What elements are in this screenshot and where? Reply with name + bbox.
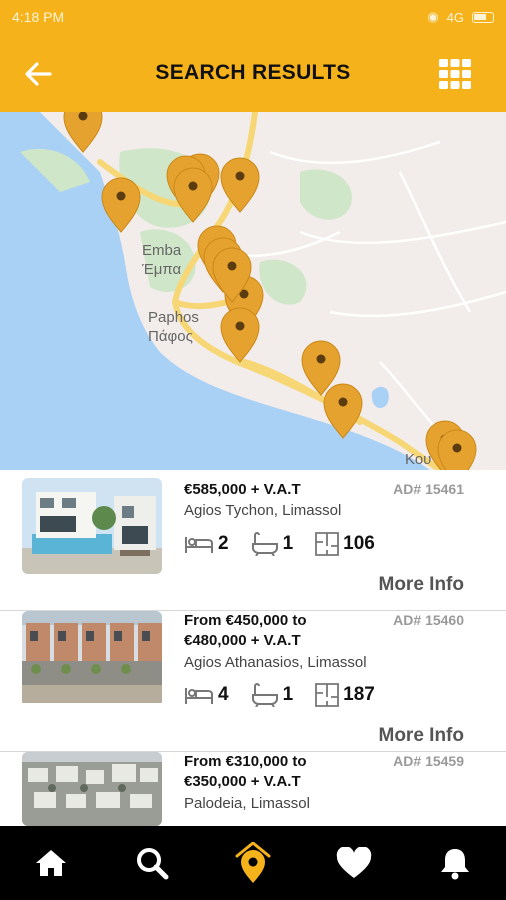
bedrooms: 2 [184,533,229,555]
nav-search[interactable] [124,835,180,891]
bedrooms-count: 2 [218,533,229,554]
listing-ad-number: AD# 15459 [393,753,464,769]
listing-photo[interactable] [22,752,162,826]
listing-location: Palodeia, Limassol [184,795,310,812]
bathrooms-count: 1 [282,684,294,705]
bed-icon [185,688,213,704]
bathrooms: 1 [251,683,294,707]
app-bar: SEARCH RESULTS [0,36,506,112]
map-marker[interactable] [437,429,477,470]
map-label-paphos: Paphos [148,309,199,326]
bathtub-icon [251,532,278,556]
listing-price: €585,000 + V.A.T [184,481,301,498]
nav-map[interactable] [225,835,281,891]
wifi-icon: ◉ [427,9,439,24]
nav-home[interactable] [23,835,79,891]
more-info-link[interactable]: More Info [379,725,465,747]
listing-price-line1: From €450,000 to [184,612,307,629]
page-title: SEARCH RESULTS [155,61,351,84]
grid-view-button[interactable] [438,58,472,90]
listing-location: Agios Athanasios, Limassol [184,654,367,671]
listing-location: Agios Tychon, Limassol [184,502,342,519]
more-info-link[interactable]: More Info [379,574,465,596]
area-value: 187 [343,684,375,705]
search-icon [136,848,169,880]
listing-photo[interactable] [22,478,162,574]
bathrooms: 1 [251,532,294,556]
battery-icon [472,11,494,23]
nav-favorites[interactable] [326,835,382,891]
map-canvas[interactable]: Emba Έμπα Paphos Πάφος Κου [0,112,506,470]
listing-price-line2: €480,000 + V.A.T [184,632,301,649]
listing-photo[interactable] [22,611,162,707]
floor-plan-icon [315,683,340,707]
bathtub-icon [251,683,278,707]
network-label: 4G [446,9,464,25]
map-label-emba: Emba [142,242,182,259]
villa-pool-image [22,478,162,574]
floor-plan-icon [315,532,340,556]
bottom-navigation [0,826,506,900]
listing-price-line1: From €310,000 to [184,753,307,770]
status-icons: ◉ 4G [427,9,494,25]
bedrooms-count: 4 [218,684,229,705]
results-list[interactable]: €585,000 + V.A.T AD# 15461 Agios Tychon,… [0,470,506,826]
listing-card[interactable]: €585,000 + V.A.T AD# 15461 Agios Tychon,… [0,470,506,611]
map-view[interactable]: Emba Έμπα Paphos Πάφος Κου [0,112,506,470]
area: 106 [315,532,375,556]
status-bar: 4:18 PM ◉ 4G [0,0,506,36]
grid-view-icon [439,59,471,89]
listing-card[interactable]: From €450,000 to €480,000 + V.A.T AD# 15… [0,611,506,752]
listing-price: From €450,000 to €480,000 + V.A.T [184,611,307,651]
home-icon [35,850,66,876]
listing-ad-number: AD# 15460 [393,612,464,628]
listing-price-line2: €350,000 + V.A.T [184,773,301,790]
listing-features: 4 1 187 [184,683,397,707]
status-time: 4:18 PM [12,9,65,25]
townhouses-image [22,611,162,703]
bathrooms-count: 1 [282,533,294,554]
listing-price: From €310,000 to €350,000 + V.A.T [184,752,307,792]
map-marker-icon [235,842,271,883]
bell-icon [441,849,470,880]
map-label-kou: Κου [405,451,431,468]
aerial-houses-image [22,752,162,826]
bedrooms: 4 [184,684,229,706]
heart-icon [336,847,372,878]
listing-ad-number: AD# 15461 [393,481,464,497]
listing-card[interactable]: From €310,000 to €350,000 + V.A.T AD# 15… [0,752,506,826]
map-label-emba-greek: Έμπα [141,261,182,278]
area-value: 106 [343,533,375,554]
nav-notifications[interactable] [427,835,483,891]
area: 187 [315,683,375,707]
bed-icon [185,537,213,553]
listing-features: 2 1 106 [184,532,397,556]
map-label-paphos-greek: Πάφος [148,328,193,345]
